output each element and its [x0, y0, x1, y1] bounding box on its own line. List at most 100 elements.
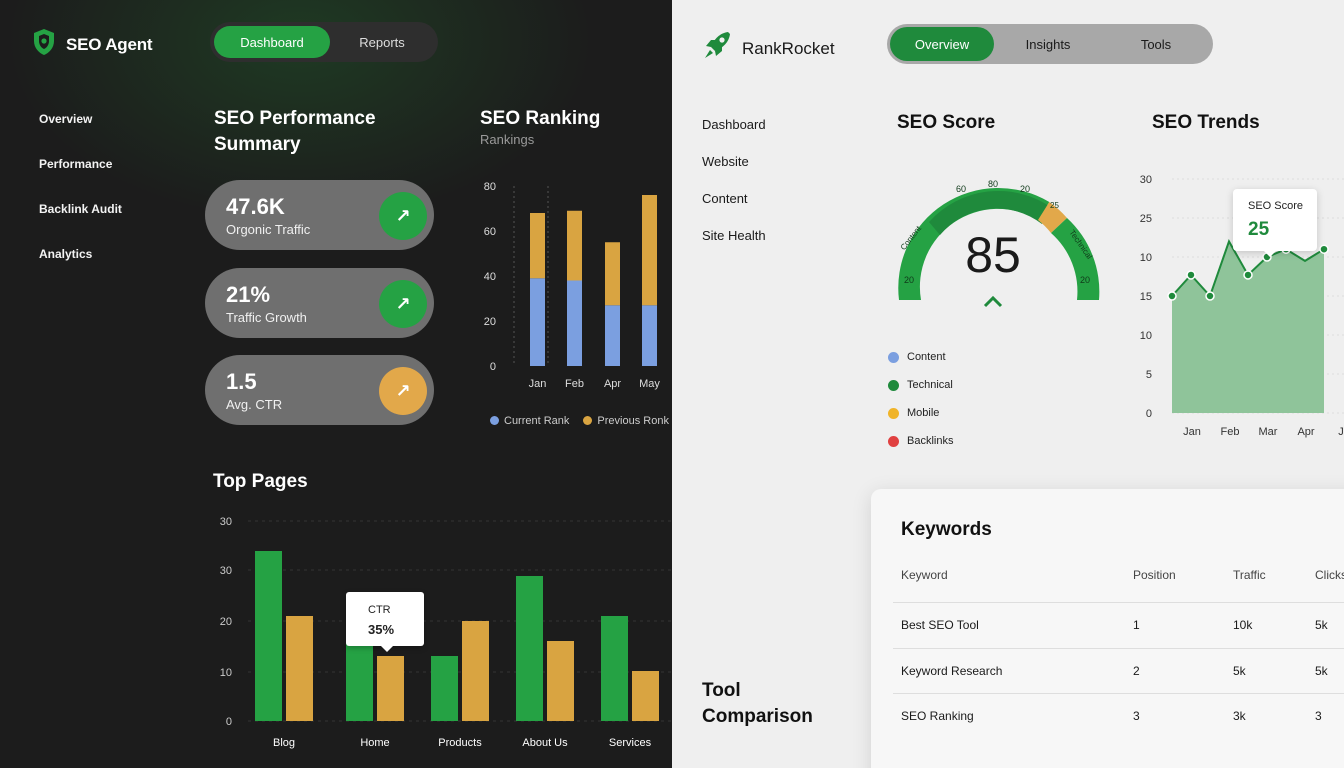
trend-point: [1319, 244, 1329, 254]
brand-name: SEO Agent: [66, 34, 153, 54]
trend-point: [1167, 291, 1177, 301]
ranking-header: SEO Ranking Rankings: [480, 106, 600, 147]
brand[interactable]: SEO Agent: [32, 28, 153, 61]
ranking-title: SEO Ranking: [480, 108, 601, 129]
rocket-icon: [702, 30, 732, 67]
trend-point: [1243, 270, 1253, 280]
y-tick-label: 40: [484, 271, 496, 283]
keywords-title: Keywords: [901, 519, 992, 540]
sidebar-item-analytics[interactable]: Analytics: [39, 247, 122, 292]
nav-item-site-health[interactable]: Site Health: [702, 228, 766, 265]
cell: 3: [1133, 709, 1140, 723]
gauge-label: 20: [1020, 184, 1030, 194]
y-tick-label: 30: [220, 565, 232, 577]
tooltip-label: SEO Score: [1248, 200, 1304, 212]
bar-segment: [605, 305, 620, 366]
tab-tools[interactable]: Tools: [1102, 27, 1210, 61]
top-pages-title: Top Pages: [213, 471, 308, 492]
kpi-label: Orgonic Traffic: [226, 222, 311, 237]
bar: [601, 616, 628, 721]
y-tick-label: 5: [1146, 369, 1152, 381]
y-tick-label: 0: [490, 361, 496, 373]
arrow-up-right-icon[interactable]: ↗: [379, 367, 427, 415]
ranking-legend: Current Rank Previous Ronk: [490, 415, 669, 427]
cell: 1: [1133, 618, 1140, 632]
legend-item-mobile: Mobile: [888, 399, 953, 427]
tooltip-value: 25: [1248, 219, 1270, 240]
bar: [516, 576, 543, 721]
trend-point: [1186, 270, 1196, 280]
y-tick-label: 0: [226, 716, 232, 728]
x-tick-label: Feb: [1221, 426, 1240, 438]
chevron-up-icon: [983, 295, 1003, 308]
column-header[interactable]: Traffic: [1233, 568, 1266, 582]
y-tick-label: 10: [220, 667, 232, 679]
nav-item-content[interactable]: Content: [702, 191, 766, 228]
table-row[interactable]: Best SEO Tool 1 10k 5k: [893, 602, 1344, 648]
kpi-card-growth[interactable]: 21% Traffic Growth ↗: [205, 268, 434, 338]
cell: Best SEO Tool: [901, 618, 979, 632]
bar: [462, 621, 489, 721]
seo-score-tooltip: SEO Score 25: [1233, 189, 1317, 257]
arrow-up-right-icon[interactable]: ↗: [379, 280, 427, 328]
y-tick-label: 30: [1140, 174, 1152, 186]
bar-segment: [530, 278, 545, 366]
nav-item-dashboard[interactable]: Dashboard: [702, 117, 766, 154]
kpi-card-ctr[interactable]: 1.5 Avg. CTR ↗: [205, 355, 434, 425]
y-tick-label: 10: [1140, 330, 1152, 342]
kpi-value: 1.5: [226, 369, 257, 394]
x-tick-label: Jan: [529, 378, 547, 390]
column-header[interactable]: Keyword: [901, 568, 948, 582]
kpi-card-traffic[interactable]: 47.6K Orgonic Traffic ↗: [205, 180, 434, 250]
y-tick-label: 20: [484, 316, 496, 328]
x-tick-label: Products: [438, 737, 482, 749]
ranking-subtitle: Rankings: [480, 132, 535, 147]
score-legend: Content Technical Mobile Backlinks: [888, 343, 953, 455]
nav-item-website[interactable]: Website: [702, 154, 766, 191]
column-header[interactable]: Clicks: [1315, 568, 1344, 582]
bar: [286, 616, 313, 721]
x-tick-label: About Us: [522, 737, 568, 749]
tab-overview[interactable]: Overview: [890, 27, 995, 61]
legend-item-technical: Technical: [888, 371, 953, 399]
gauge-label: 25: [1050, 201, 1059, 210]
cell: 5k: [1315, 664, 1328, 678]
sidebar-item-overview[interactable]: Overview: [39, 112, 122, 157]
y-tick-label: 20: [220, 616, 232, 628]
arrow-up-right-icon[interactable]: ↗: [379, 192, 427, 240]
rankrocket-brand[interactable]: RankRocket: [702, 30, 835, 67]
keywords-card: Keywords Keyword Position Traffic Clicks…: [871, 489, 1344, 768]
table-row[interactable]: Keyword Research 2 5k 5k: [893, 648, 1344, 694]
sidebar-item-performance[interactable]: Performance: [39, 157, 122, 202]
tooltip-value: 35%: [368, 622, 395, 637]
y-tick-label: 0: [1146, 408, 1152, 420]
bar-segment: [642, 195, 657, 306]
kpi-label: Avg. CTR: [226, 397, 283, 412]
x-tick-label: Services: [609, 737, 652, 749]
seo-score-title: SEO Score: [897, 112, 996, 133]
view-toggle: Dashboard Reports: [210, 22, 438, 62]
y-tick-label: 10: [1140, 252, 1152, 264]
ctr-tooltip: CTR 35%: [346, 592, 424, 652]
kpi-value: 21%: [226, 282, 271, 307]
tooltip-label: CTR: [368, 604, 391, 616]
tab-insights[interactable]: Insights: [994, 27, 1102, 61]
sidebar-item-backlink-audit[interactable]: Backlink Audit: [39, 202, 122, 247]
bar-segment: [642, 305, 657, 366]
tab-dashboard[interactable]: Dashboard: [214, 26, 330, 58]
legend-previous-rank: Previous Ronk: [583, 415, 669, 427]
table-row[interactable]: SEO Ranking 3 3k 3: [893, 693, 1344, 739]
trend-area: [1172, 241, 1324, 413]
gauge-label: 20: [1080, 275, 1090, 285]
top-pages-chart: 0 10 20 30 30 Blog Home Products About Us Service…: [220, 516, 672, 749]
cell: 3k: [1233, 709, 1246, 723]
column-header[interactable]: Position: [1133, 568, 1176, 582]
tab-reports[interactable]: Reports: [330, 26, 434, 58]
kpi-value: 47.6K: [226, 194, 285, 219]
kpi-label: Traffic Growth: [226, 310, 307, 325]
x-tick-label: Ju: [1338, 426, 1344, 438]
x-tick-label: Home: [360, 737, 389, 749]
legend-item-backlinks: Backlinks: [888, 427, 953, 455]
y-tick-label: 60: [484, 226, 496, 238]
tool-comparison-title: Tool Comparison: [702, 680, 813, 727]
